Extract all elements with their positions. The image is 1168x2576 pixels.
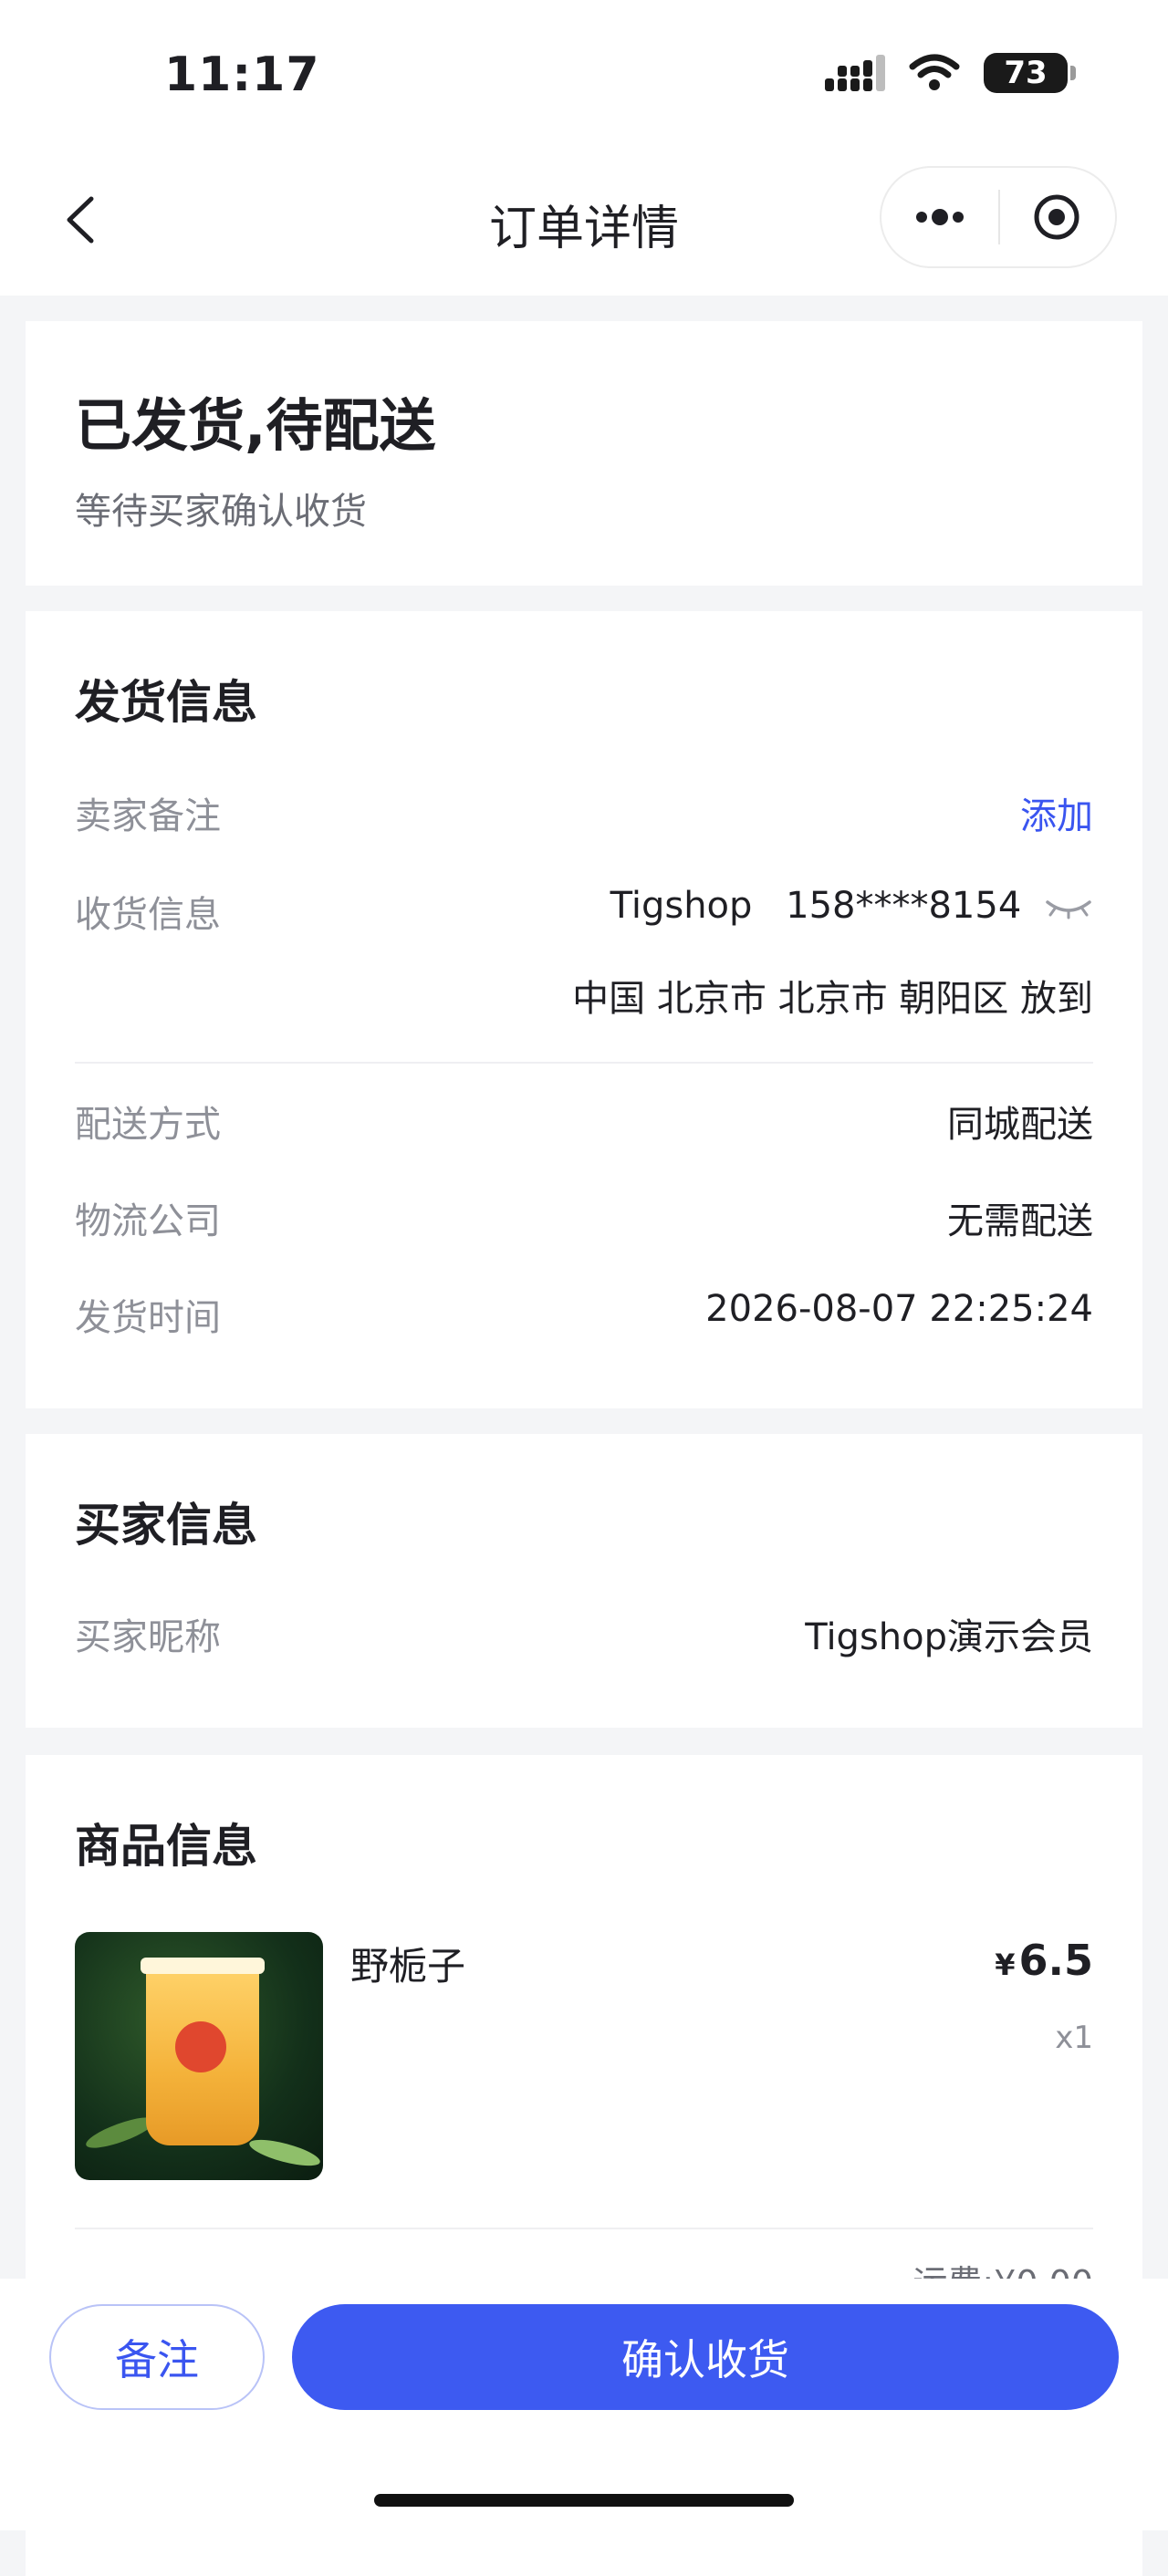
- battery-level: 73: [1004, 55, 1048, 91]
- status-time: 11:17: [164, 47, 320, 102]
- buyer-nickname-label: 买家昵称: [75, 1616, 221, 1658]
- delivery-method-label: 配送方式: [75, 1104, 221, 1146]
- order-status-card: 已发货,待配送 等待买家确认收货: [26, 321, 1142, 586]
- receiver-label: 收货信息: [75, 894, 221, 936]
- wifi-icon: [909, 54, 960, 90]
- receiver-contact: Tigshop 158****8154: [610, 885, 1093, 927]
- buyer-info-card: 买家信息 买家昵称 Tigshop演示会员: [26, 1434, 1142, 1728]
- more-button[interactable]: [881, 168, 998, 266]
- nav-bar: 订单详情: [0, 146, 1168, 296]
- currency-symbol: ¥: [995, 1948, 1016, 1982]
- product-name[interactable]: 野栀子: [350, 1936, 465, 1991]
- cup-rim-graphic: [141, 1958, 265, 1974]
- mini-program-capsule: [880, 166, 1117, 268]
- product-thumbnail[interactable]: [75, 1932, 323, 2180]
- leaf-decoration: [246, 2134, 323, 2172]
- price-value: 6.5: [1018, 1936, 1094, 1985]
- shipping-info-card: 发货信息 卖家备注 添加 收货信息 Tigshop 158****8154 中国…: [26, 611, 1142, 1408]
- add-seller-note-link[interactable]: 添加: [1020, 786, 1093, 839]
- product-price: ¥6.5: [995, 1936, 1093, 1985]
- signal-icon: [825, 55, 885, 91]
- eye-closed-icon[interactable]: [1044, 895, 1093, 920]
- buyer-nickname-value: Tigshop演示会员: [805, 1616, 1093, 1658]
- close-button[interactable]: [1000, 168, 1115, 266]
- brand-logo-icon: [175, 2021, 226, 2072]
- goods-divider: [75, 2228, 1093, 2229]
- status-bar: 11:17 73: [0, 0, 1168, 146]
- order-status-subtitle: 等待买家确认收货: [75, 491, 367, 533]
- goods-info-title: 商品信息: [75, 1820, 257, 1873]
- note-button[interactable]: 备注: [49, 2304, 265, 2410]
- ship-time-label: 发货时间: [75, 1297, 221, 1339]
- order-status-title: 已发货,待配送: [75, 392, 436, 459]
- close-target-icon: [1034, 194, 1079, 240]
- product-quantity: x1: [1055, 2020, 1093, 2056]
- battery-icon: 73: [984, 53, 1076, 93]
- logistics-value: 无需配送: [947, 1200, 1093, 1242]
- section-divider: [75, 1062, 1093, 1064]
- receiver-name: Tigshop: [610, 885, 753, 927]
- receiver-address: 中国 北京市 北京市 朝阳区 放到: [572, 978, 1093, 1020]
- seller-note-label: 卖家备注: [75, 795, 221, 837]
- more-icon: [916, 209, 964, 225]
- shipping-info-title: 发货信息: [75, 676, 257, 729]
- logistics-label: 物流公司: [75, 1200, 221, 1242]
- buyer-info-title: 买家信息: [75, 1499, 257, 1552]
- ship-time-value: 2026-08-07 22:25:24: [705, 1288, 1093, 1330]
- status-icons: 73: [825, 53, 1076, 93]
- delivery-method-value: 同城配送: [947, 1104, 1093, 1146]
- bottom-action-bar: 备注 确认收货: [0, 2279, 1168, 2530]
- confirm-receipt-button[interactable]: 确认收货: [292, 2304, 1119, 2410]
- receiver-phone: 158****8154: [786, 885, 1022, 927]
- home-indicator: [374, 2494, 794, 2507]
